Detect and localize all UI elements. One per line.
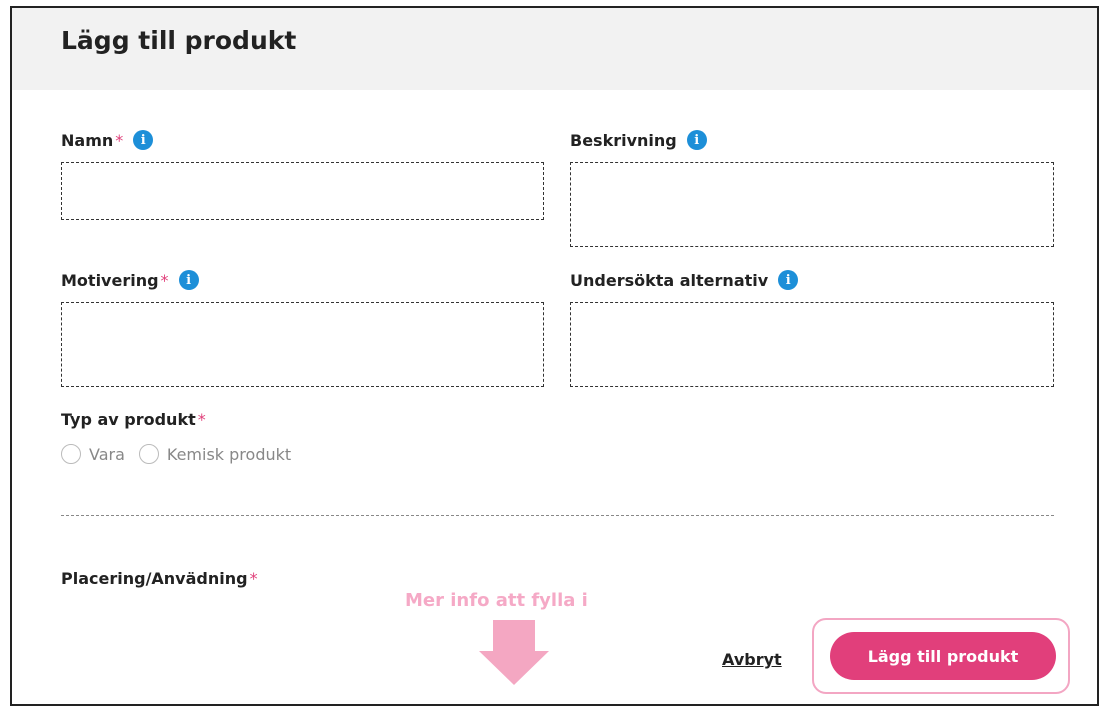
beskrivning-textarea[interactable]	[570, 162, 1054, 247]
namn-label: Namn	[61, 130, 114, 150]
cancel-link[interactable]: Avbryt	[722, 650, 782, 669]
radio-option-vara[interactable]: Vara	[61, 444, 125, 464]
radio-label: Kemisk produkt	[166, 444, 292, 464]
product-type-radio-group: Vara Kemisk produkt	[61, 444, 305, 464]
radio-label: Vara	[89, 444, 125, 464]
radio-button[interactable]	[138, 444, 159, 464]
beskrivning-label-row: Beskrivning i	[570, 130, 707, 150]
dialog-header: Lägg till produkt	[12, 8, 1097, 90]
arrow-shaft	[493, 620, 535, 652]
section-divider	[61, 515, 1054, 516]
add-product-dialog: Lägg till produkt Namn * i Beskrivning i…	[10, 6, 1099, 706]
add-product-button[interactable]: Lägg till produkt	[830, 632, 1056, 680]
radio-button[interactable]	[61, 444, 81, 464]
undersokta-label-row: Undersökta alternativ i	[570, 270, 799, 290]
namn-required-mark: *	[115, 130, 124, 150]
product-type-label-row: Typ av produkt *	[61, 410, 206, 429]
motivering-required-mark: *	[160, 270, 169, 290]
namn-input[interactable]	[61, 162, 544, 220]
undersokta-textarea[interactable]	[570, 302, 1054, 387]
dialog-title: Lägg till produkt	[61, 26, 297, 55]
motivering-label: Motivering	[61, 270, 159, 290]
placement-required-mark: *	[249, 569, 258, 588]
info-icon[interactable]: i	[778, 270, 799, 290]
product-type-required-mark: *	[197, 410, 206, 429]
beskrivning-label: Beskrivning	[570, 130, 677, 150]
namn-label-row: Namn * i	[61, 130, 154, 150]
motivering-label-row: Motivering * i	[61, 270, 199, 290]
radio-option-kemisk-produkt[interactable]: Kemisk produkt	[138, 444, 292, 464]
motivering-textarea[interactable]	[61, 302, 544, 387]
arrow-head	[479, 651, 549, 685]
undersokta-label: Undersökta alternativ	[570, 270, 769, 290]
info-icon[interactable]: i	[686, 130, 707, 150]
placement-label-row: Placering/Anvädning *	[61, 569, 258, 588]
product-type-label: Typ av produkt	[61, 410, 196, 429]
info-icon[interactable]: i	[178, 270, 199, 290]
submit-highlight: Lägg till produkt	[812, 618, 1070, 694]
info-icon[interactable]: i	[133, 130, 154, 150]
annotation-text: Mer info att fylla i	[405, 590, 588, 611]
placement-label: Placering/Anvädning	[61, 569, 248, 588]
